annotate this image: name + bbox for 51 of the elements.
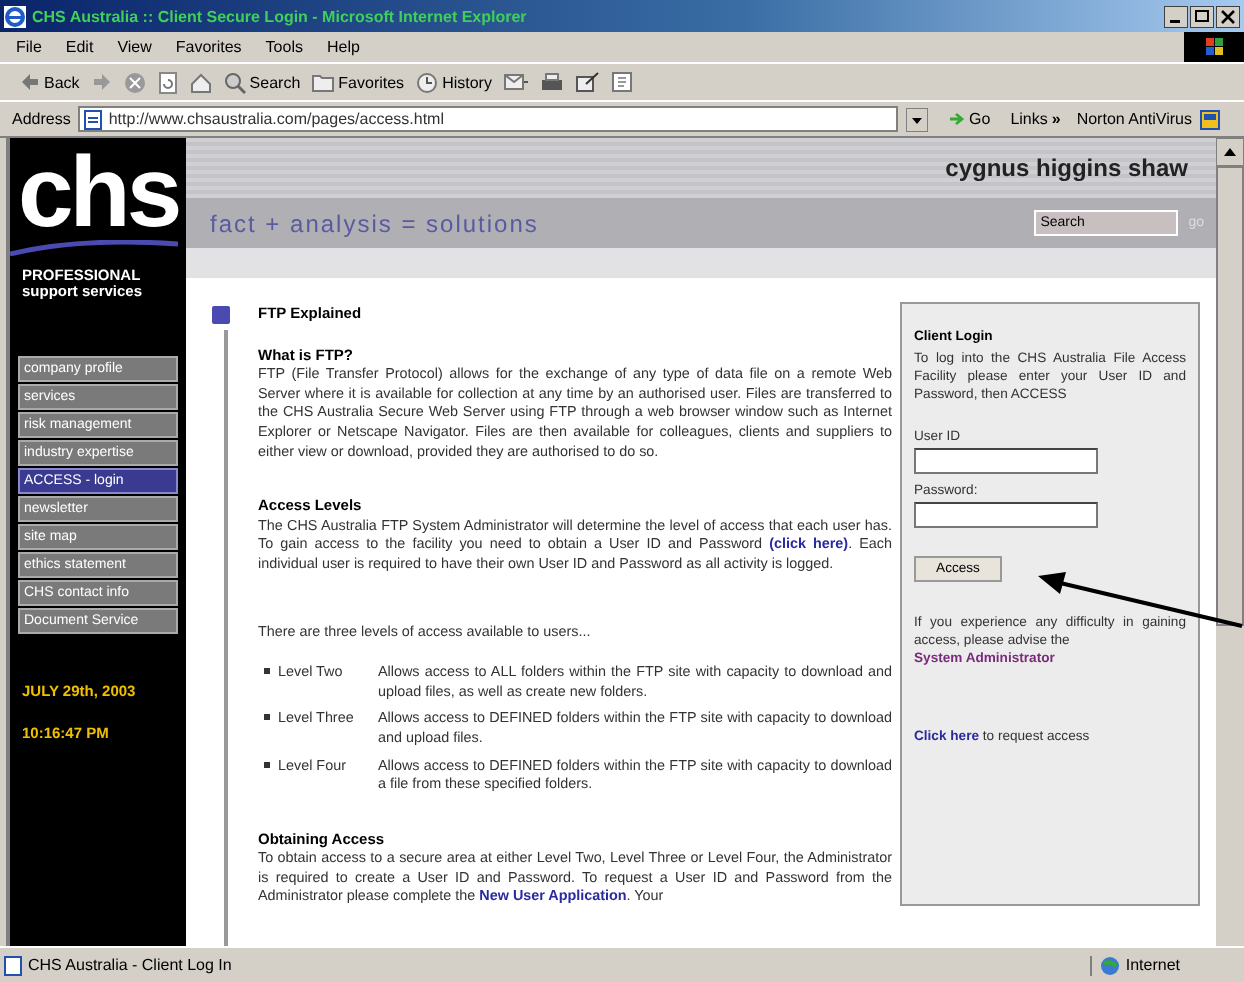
favorites-button[interactable]: Favorites: [312, 72, 405, 92]
tagline: fact + analysis = solutions: [210, 209, 541, 237]
bullet-icon: [264, 714, 270, 721]
logo-text: chs: [18, 146, 174, 238]
go-arrow-icon: [947, 110, 966, 128]
bullet-icon: [264, 668, 270, 675]
history-button[interactable]: History: [416, 71, 492, 93]
mail-icon[interactable]: [503, 72, 528, 92]
menu-item[interactable]: View: [117, 38, 152, 56]
chevron-icon[interactable]: »: [1051, 110, 1061, 128]
back-arrow-icon: [20, 72, 40, 92]
menu-item[interactable]: Favorites: [175, 38, 242, 56]
password-field[interactable]: [914, 502, 1098, 528]
folder-icon: [312, 72, 335, 92]
menu-item[interactable]: Tools: [265, 38, 303, 56]
antivirus-icon[interactable]: [1200, 109, 1220, 129]
close-icon[interactable]: [1216, 5, 1240, 27]
globe-icon: [1099, 955, 1120, 975]
address-label: Address: [12, 110, 71, 128]
clock-icon: [416, 71, 439, 93]
user-id-field[interactable]: [914, 448, 1098, 474]
bullet-icon: [264, 761, 270, 767]
zone-text: Internet: [1125, 956, 1180, 974]
back-button[interactable]: Back: [20, 72, 80, 92]
go-button[interactable]: Go: [935, 110, 1003, 128]
page-icon: [84, 109, 103, 129]
search-button[interactable]: Search: [223, 71, 301, 93]
refresh-icon[interactable]: [157, 71, 178, 93]
home-icon[interactable]: [189, 71, 212, 93]
browser-logo-icon: [4, 5, 26, 27]
windows-logo-icon: [1184, 32, 1244, 62]
dropdown-arrow-icon[interactable]: [905, 107, 928, 131]
toolbar-label[interactable]: Norton AntiVirus: [1068, 110, 1192, 128]
stop-icon[interactable]: [123, 71, 146, 93]
company-name: cygnus higgins shaw: [945, 154, 1188, 182]
address-field[interactable]: http://www.chsaustralia.com/pages/access.html: [78, 106, 898, 132]
edit-icon[interactable]: [575, 72, 600, 92]
swoosh-icon: [10, 240, 178, 256]
window-title: CHS Australia :: Client Secure Login - Microsoft Internet Explorer: [32, 7, 529, 25]
minimize-icon[interactable]: [1164, 5, 1188, 27]
print-icon[interactable]: [539, 72, 564, 92]
square-bullet-icon: [212, 306, 230, 324]
menu-item[interactable]: Help: [326, 38, 360, 56]
maximize-icon[interactable]: [1190, 5, 1214, 27]
search-icon: [223, 71, 246, 93]
status-text: CHS Australia - Client Log In: [28, 956, 234, 974]
scroll-up-icon[interactable]: [1216, 138, 1244, 166]
menu-item[interactable]: File: [16, 38, 42, 56]
menu-item[interactable]: Edit: [65, 38, 94, 56]
links-label[interactable]: Links: [1010, 110, 1048, 128]
page-icon: [4, 955, 22, 975]
